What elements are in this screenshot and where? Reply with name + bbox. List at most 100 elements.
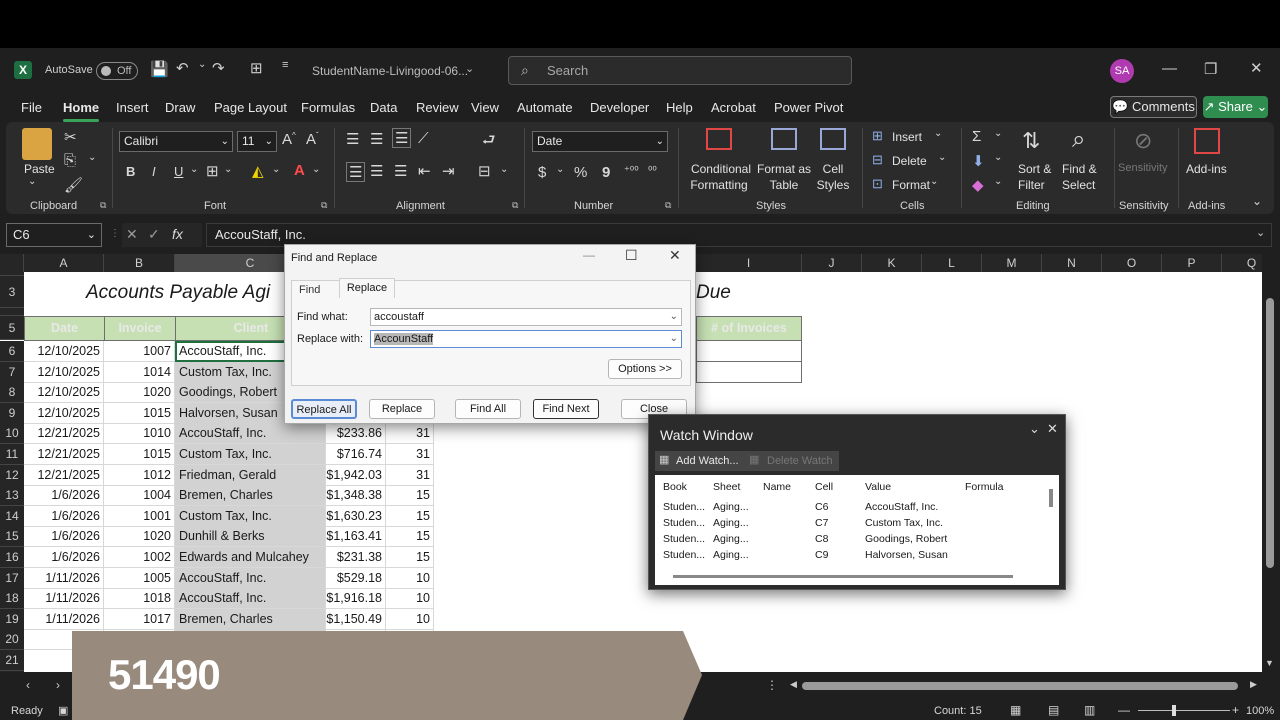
menu-insert[interactable]: Insert: [116, 100, 149, 115]
watch-cell[interactable]: C6: [815, 501, 828, 513]
fill-dropdown-icon[interactable]: ⌄: [994, 152, 1002, 163]
row-header[interactable]: 3: [0, 276, 24, 308]
decrease-indent-icon[interactable]: ⇤: [418, 162, 431, 180]
watch-book[interactable]: Studen...: [663, 517, 705, 529]
watch-sheet[interactable]: Aging...: [713, 501, 749, 513]
align-center-icon[interactable]: ☰: [370, 162, 383, 180]
vertical-scrollbar[interactable]: ▼: [1262, 254, 1280, 672]
invoice-cell[interactable]: 1004: [104, 485, 175, 506]
conditional-formatting-label[interactable]: Conditional: [688, 162, 754, 176]
insert-cells-icon[interactable]: ⊞: [872, 128, 883, 144]
bold-button[interactable]: B: [126, 164, 135, 179]
add-ins-icon[interactable]: [1194, 128, 1220, 154]
invoice-cell[interactable]: 1012: [104, 465, 175, 486]
format-as-table-label2[interactable]: Table: [756, 178, 812, 192]
sort-filter-icon[interactable]: ⇅: [1022, 128, 1040, 154]
date-cell[interactable]: 1/11/2026: [24, 568, 104, 589]
page-break-view-icon[interactable]: ▥: [1084, 703, 1095, 717]
underline-button[interactable]: U: [174, 164, 183, 179]
row-header[interactable]: 18: [0, 588, 24, 609]
watch-collapse-icon[interactable]: ⌄: [1029, 421, 1040, 437]
share-button[interactable]: ↗ Share ⌄: [1203, 96, 1268, 118]
paste-icon[interactable]: [22, 128, 52, 160]
date-cell[interactable]: 12/21/2025: [24, 423, 104, 444]
row-header[interactable]: 20: [0, 629, 24, 650]
macro-record-icon[interactable]: ▣: [58, 704, 68, 717]
header-invoice[interactable]: Invoice: [104, 316, 176, 341]
row-header[interactable]: 6: [0, 341, 24, 362]
watch-col-cell[interactable]: Cell: [815, 481, 833, 493]
collapse-ribbon-icon[interactable]: ⌄: [1252, 194, 1262, 208]
increase-decimal-icon[interactable]: ⁺⁰⁰: [624, 164, 639, 177]
conditional-formatting-icon[interactable]: [706, 128, 732, 150]
autosum-dropdown-icon[interactable]: ⌄: [994, 128, 1002, 139]
format-as-table-icon[interactable]: [771, 128, 797, 150]
row-header[interactable]: 17: [0, 568, 24, 589]
format-dropdown-icon[interactable]: ⌄: [930, 176, 938, 187]
client-cell[interactable]: Edwards and Mulcahey: [175, 547, 326, 568]
copy-dropdown-icon[interactable]: ⌄: [88, 152, 96, 163]
minimize-icon[interactable]: —: [1162, 60, 1177, 77]
amount-cell[interactable]: $1,916.18: [326, 588, 386, 609]
invoice-cell[interactable]: 1015: [104, 444, 175, 465]
sheet-prev-icon[interactable]: ‹: [26, 678, 30, 692]
watch-value[interactable]: Custom Tax, Inc.: [865, 517, 943, 529]
font-color-icon[interactable]: A: [294, 162, 305, 179]
font-name-select[interactable]: Calibri ⌄: [119, 131, 233, 152]
days-cell[interactable]: 10: [386, 609, 434, 630]
date-cell[interactable]: 1/11/2026: [24, 588, 104, 609]
days-cell[interactable]: 10: [386, 568, 434, 589]
menu-page-layout[interactable]: Page Layout: [214, 100, 287, 115]
increase-indent-icon[interactable]: ⇥: [442, 162, 455, 180]
delete-cells-label[interactable]: Delete: [892, 154, 927, 168]
currency-dropdown-icon[interactable]: ⌄: [556, 164, 564, 175]
invoice-cell[interactable]: 1017: [104, 609, 175, 630]
menu-automate[interactable]: Automate: [517, 100, 573, 115]
invoice-cell[interactable]: 1018: [104, 588, 175, 609]
invoice-cell[interactable]: 1005: [104, 568, 175, 589]
watch-cell[interactable]: C8: [815, 533, 828, 545]
amount-cell[interactable]: $1,150.49: [326, 609, 386, 630]
font-color-dropdown-icon[interactable]: ⌄: [312, 164, 320, 175]
sheet-next-icon[interactable]: ›: [56, 678, 60, 692]
expand-formula-icon[interactable]: ⌄: [1256, 226, 1265, 239]
date-cell[interactable]: 12/10/2025: [24, 341, 104, 362]
find-select-icon[interactable]: ⌕: [1072, 126, 1085, 154]
dialog-close-icon[interactable]: ✕: [669, 247, 681, 264]
days-cell[interactable]: 31: [386, 423, 434, 444]
sort-filter-label[interactable]: Sort &: [1018, 162, 1051, 176]
merge-dropdown-icon[interactable]: ⌄: [500, 164, 508, 175]
italic-button[interactable]: I: [152, 164, 156, 179]
zoom-level[interactable]: 100%: [1246, 705, 1274, 717]
watch-col-value[interactable]: Value: [865, 481, 891, 493]
column-header[interactable]: N: [1042, 254, 1102, 272]
menu-home[interactable]: Home: [63, 100, 100, 122]
client-cell[interactable]: Friedman, Gerald: [175, 465, 326, 486]
row-header[interactable]: 21: [0, 650, 24, 671]
autosum-icon[interactable]: Σ: [972, 128, 981, 145]
font-launcher-icon[interactable]: ⧉: [321, 200, 327, 211]
menu-view[interactable]: View: [471, 100, 499, 115]
amount-cell[interactable]: $231.38: [326, 547, 386, 568]
watch-book[interactable]: Studen...: [663, 501, 705, 513]
column-header[interactable]: B: [104, 254, 175, 272]
comments-button[interactable]: 💬 Comments: [1110, 96, 1197, 118]
tab-split-icon[interactable]: ⋮: [766, 678, 778, 692]
column-header[interactable]: Q: [1222, 254, 1262, 272]
find-select-label[interactable]: Find &: [1062, 162, 1097, 176]
align-right-icon[interactable]: ☰: [394, 162, 407, 180]
row-header[interactable]: 13: [0, 485, 24, 506]
menu-power-pivot[interactable]: Power Pivot: [774, 100, 843, 115]
clear-dropdown-icon[interactable]: ⌄: [994, 176, 1002, 187]
row-header[interactable]: 7: [0, 362, 24, 383]
alignment-launcher-icon[interactable]: ⧉: [512, 200, 518, 211]
watch-sheet[interactable]: Aging...: [713, 517, 749, 529]
invoice-cell[interactable]: 1015: [104, 403, 175, 424]
row-header[interactable]: 12: [0, 465, 24, 486]
menu-data[interactable]: Data: [370, 100, 397, 115]
cell-styles-label2[interactable]: Styles: [810, 178, 856, 192]
watch-cell[interactable]: C9: [815, 549, 828, 561]
column-header[interactable]: A: [24, 254, 104, 272]
file-name-chevron-icon[interactable]: ⌄: [465, 62, 474, 75]
header-date[interactable]: Date: [24, 316, 105, 341]
